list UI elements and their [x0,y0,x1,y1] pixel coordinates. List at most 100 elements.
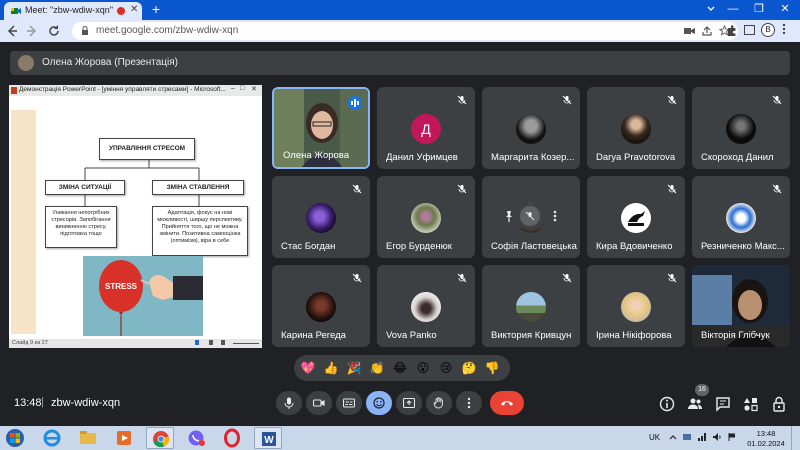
participant-tile[interactable]: Darya Pravotorova [587,87,685,169]
side-panel-icon[interactable] [744,25,755,35]
reaction-thumbs-up-button[interactable]: 👍 [323,360,339,376]
participant-tile[interactable]: Олена Жорова [272,87,370,169]
slide-box-main: УПРАВЛІННЯ СТРЕСОМ [99,138,195,160]
show-desktop-button[interactable] [791,426,800,450]
reaction-thinking-button[interactable]: 🤔 [461,360,477,376]
participant-tile[interactable]: Vova Panko [377,265,475,347]
pin-icon[interactable] [502,209,516,223]
reaction-thumbs-down-button[interactable]: 👎 [484,360,500,376]
mic-off-icon [525,211,535,221]
participant-tile[interactable]: Маргарита Козер... [482,87,580,169]
participant-tile[interactable]: Кира Вдовиченко [587,176,685,258]
participant-tile[interactable]: Ірина Нікіфорова [587,265,685,347]
mute-participant-button[interactable] [520,206,540,226]
presentation-tile[interactable]: Демонстрація PowerPoint - [уміння управл… [9,85,262,348]
emoji-reactions-button[interactable] [366,391,392,415]
people-icon[interactable] [687,396,703,412]
present-button[interactable] [396,391,422,415]
mic-off-icon [562,273,572,283]
reaction-heart-button[interactable]: 💖 [300,360,316,376]
windows-start-icon[interactable] [3,428,27,448]
window-restore-button[interactable]: ❐ [746,0,772,20]
show-hidden-icons-icon[interactable] [668,432,678,442]
taskbar-chrome[interactable] [146,427,174,449]
participant-tile[interactable]: Резниченко Макс... [692,176,790,258]
participant-tile[interactable]: Д Данил Уфимцев [377,87,475,169]
keyboard-language[interactable]: UK [649,433,660,442]
chat-icon[interactable] [715,396,731,412]
taskbar-word[interactable]: W [254,427,282,449]
network-icon[interactable] [697,432,707,442]
participant-tile[interactable]: Карина Регеда [272,265,370,347]
avatar [411,292,441,322]
system-tray-app-icon[interactable] [682,432,692,442]
participant-name: Вікторія Глібчук [701,330,770,341]
reaction-sad-button[interactable]: 😢 [438,360,454,376]
taskbar-viber[interactable] [182,427,210,449]
window-close-button[interactable]: ✕ [772,0,798,20]
taskbar-internet-explorer[interactable] [38,427,66,449]
mic-off-icon [352,184,362,194]
participant-name: Егор Бурденюк [386,241,452,252]
participant-name: Маргарита Козер... [491,152,575,163]
more-options-icon[interactable] [548,209,562,223]
raise-hand-button[interactable] [426,391,452,415]
tab-close-icon[interactable]: ✕ [130,4,138,15]
taskbar-file-explorer[interactable] [74,427,102,449]
meeting-details-icon[interactable] [659,396,675,412]
participant-tile[interactable]: Виктория Кривцун [482,265,580,347]
word-icon: W [262,432,276,446]
slide-box-right-head: ЗМІНА СТАВЛЕННЯ [152,180,244,195]
camera-in-use-icon[interactable] [684,26,695,36]
participant-name: Стас Богдан [281,241,336,252]
participant-name: Данил Уфимцев [386,152,458,163]
svg-text:W: W [264,435,274,446]
ppt-minimize-icon: – [231,85,235,92]
tab-search-chevron-icon[interactable] [706,4,716,14]
flag-icon[interactable] [727,432,737,442]
taskbar-opera[interactable] [218,427,246,449]
share-icon[interactable] [702,26,712,36]
profile-avatar[interactable]: B [761,23,775,37]
browser-menu-icon[interactable] [782,23,786,35]
participant-tile[interactable]: Софія Ластовецька [482,176,580,258]
host-controls-icon[interactable] [771,396,787,412]
ppt-titlebar: Демонстрація PowerPoint - [уміння управл… [9,85,262,96]
reaction-surprised-button[interactable]: 😮 [415,360,431,376]
taskbar-clock-time[interactable]: 13:48 [746,429,786,438]
new-tab-button[interactable]: + [148,2,164,18]
participant-tile[interactable]: Скороход Данил [692,87,790,169]
microphone-button[interactable] [276,391,302,415]
slide-box-right-head-text: ЗМІНА СТАВЛЕННЯ [166,184,230,191]
slide-box-left-head-text: ЗМІНА СИТУАЦІЇ [58,184,112,191]
reaction-clap-button[interactable]: 👏 [369,360,385,376]
address-bar[interactable]: meet.google.com/zbw-wdiw-xqn [72,22,738,40]
reaction-party-button[interactable]: 🎉 [346,360,362,376]
back-icon[interactable] [4,23,20,39]
lock-icon[interactable] [81,26,89,35]
extensions-icon[interactable] [726,25,737,37]
avatar [621,114,651,144]
meeting-time: 13:48 [14,397,42,409]
camera-button[interactable] [306,391,332,415]
activities-icon[interactable] [743,396,759,412]
participant-tile[interactable]: Стас Богдан [272,176,370,258]
powerpoint-icon [11,87,17,94]
taskbar-clock-date[interactable]: 01.02.2024 [746,439,786,448]
participant-tile[interactable]: Вікторія Глібчук [692,265,790,347]
forward-icon[interactable] [24,23,40,39]
more-options-button[interactable] [456,391,482,415]
meeting-code: zbw-wdiw-xqn [51,397,121,409]
ppt-restore-icon: □ [240,85,245,92]
leave-call-button[interactable] [490,391,524,415]
mic-off-icon [667,95,677,105]
taskbar-media-player[interactable] [110,427,138,449]
window-minimize-button[interactable]: — [720,0,746,20]
volume-icon[interactable] [712,432,722,442]
reload-icon[interactable] [46,23,62,39]
captions-button[interactable] [336,391,362,415]
browser-tab-meet[interactable]: Meet: "zbw-wdiw-xqn" ✕ [4,2,142,20]
reaction-laugh-button[interactable]: 😂 [392,360,408,376]
internet-explorer-icon [43,429,61,447]
participant-tile[interactable]: Егор Бурденюк [377,176,475,258]
